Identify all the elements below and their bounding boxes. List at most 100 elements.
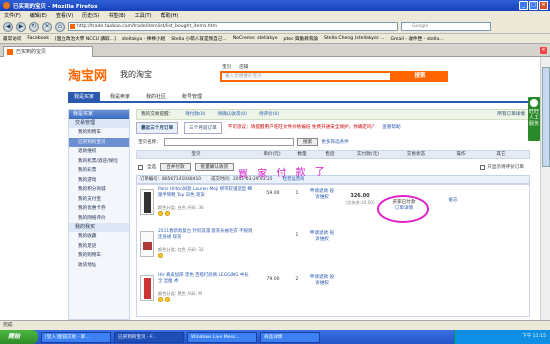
pending-rate-link[interactable]: 待评价(0): [259, 110, 279, 119]
item-thumbnail[interactable]: [140, 275, 154, 301]
select-all-checkbox[interactable]: [138, 164, 143, 170]
bookmark-item[interactable]: [国立政治大學 NCCU 讀取...]: [55, 36, 116, 42]
item-title-link[interactable]: 2011春新款复古 针织浪漫 套装长袖毛衣 不规则连身裙 现货: [158, 229, 254, 241]
sidebar-item[interactable]: 我的积分商城: [69, 185, 129, 195]
orders-panel: 我的交易提醒： 待付款(0) 待确认收货(0) 待评价(0) 所有订单详情 最近…: [136, 109, 530, 320]
bookmark-item[interactable]: Gmail - 收件匣 - stella...: [390, 36, 443, 42]
close-window-button[interactable]: ×: [539, 1, 548, 10]
search-tab-item[interactable]: 宝贝: [222, 64, 231, 70]
menu-bar: 文件(F) 编辑(E) 查看(V) 历史(S) 书签(B) 工具(T) 帮助(H…: [0, 11, 550, 20]
item-badges: [158, 297, 170, 302]
menu-help[interactable]: 帮助(H): [161, 12, 179, 19]
search-tab-shop[interactable]: 店铺: [239, 64, 248, 70]
start-button[interactable]: 開始: [0, 330, 38, 344]
menu-tools[interactable]: 工具(T): [135, 12, 152, 19]
item-name-input[interactable]: [163, 138, 294, 146]
maximize-button[interactable]: □: [529, 1, 538, 10]
bookmark-item[interactable]: ptec 興動教育論: [284, 36, 319, 42]
nav-buyer[interactable]: 我是买家: [68, 92, 101, 101]
only-unrated-option[interactable]: 只显示待评价订单: [480, 164, 530, 170]
bookmark-item[interactable]: NoCreme: stellakyo: [233, 36, 278, 41]
url-bar[interactable]: http://trade.taobao.com/trade/itemlist/l…: [68, 22, 398, 31]
menu-view[interactable]: 查看(V): [56, 12, 73, 19]
item-title-link[interactable]: Paris Hilton同款 Lauren Moji 绑带软铺造型 细跟半筒靴 …: [158, 187, 254, 199]
sidebar-item-active[interactable]: 已买到的宝贝: [69, 137, 129, 147]
item-thumbnail[interactable]: [140, 189, 154, 215]
home-icon[interactable]: ⌂: [55, 21, 65, 32]
taskbar-item-active[interactable]: 已买到的宝贝 - F...: [114, 331, 184, 343]
order-header: 订单编号：80567141048410 成交时间：2011-03-29 03:2…: [136, 175, 530, 184]
sidebar-item[interactable]: 我的购物车: [69, 251, 129, 261]
nav-community[interactable]: 我的社区: [140, 92, 172, 101]
minimize-button[interactable]: _: [519, 1, 528, 10]
refund-link[interactable]: 申请退款 投诉维权: [309, 231, 335, 243]
only-unrated-checkbox[interactable]: [480, 164, 486, 170]
vertical-scrollbar[interactable]: [540, 57, 550, 320]
taskbar-item[interactable]: 商品详情: [260, 331, 320, 343]
order-tabs-row: 最近三个月订单 三个月前订单 不可思议：请提醒用户旺旺文件价格偏低 免费开通安全…: [136, 122, 530, 134]
bookmark-item[interactable]: 最常访问: [3, 36, 21, 42]
sidebar-item[interactable]: 我的网络评价: [69, 214, 129, 224]
order-total: 326.00: [350, 193, 370, 199]
bookmark-item[interactable]: Stella 小萌人就是我自己...: [171, 36, 227, 42]
item-title-link[interactable]: HH 真皮加厚 黑色 百搭打底裤 LEGGING 中长 全 显瘦 秀: [158, 273, 254, 285]
pending-confirm-link[interactable]: 待确认收货(0): [217, 110, 246, 119]
browser-tab[interactable]: 已买到的宝贝: [3, 46, 93, 57]
reload-icon[interactable]: ↻: [29, 21, 39, 32]
sidebar-item[interactable]: 退款维权: [69, 147, 129, 157]
sidebar-item[interactable]: 我的收藏: [69, 232, 129, 242]
taobao-search-button[interactable]: 搜索: [392, 71, 448, 82]
taobao-logo[interactable]: 淘宝网: [68, 65, 107, 84]
sidebar-item[interactable]: 我的优惠卡券: [69, 204, 129, 214]
item-price: 59.00: [266, 191, 280, 196]
tab-recent-orders[interactable]: 最近三个月订单: [136, 122, 179, 134]
menu-edit[interactable]: 编辑(E): [30, 12, 47, 19]
close-tab-icon[interactable]: ×: [540, 47, 547, 54]
window-controls: _ □ ×: [519, 1, 548, 10]
nav-account[interactable]: 账号管理: [176, 92, 208, 101]
status-bar: 完成: [0, 320, 550, 330]
refund-link[interactable]: 申请退款 投诉维权: [309, 189, 335, 201]
sidebar-item[interactable]: 我的机票/酒店/保险: [69, 157, 129, 167]
help-float-widget[interactable]: 旺旺 人工服务: [528, 97, 540, 141]
sidebar-item[interactable]: 我的彩票: [69, 166, 129, 176]
sidebar-item[interactable]: 我的购物车: [69, 128, 129, 138]
item-thumbnail[interactable]: [140, 231, 154, 257]
nav-seller[interactable]: 我是卖家: [104, 92, 136, 101]
memo-link[interactable]: 备忘: [433, 197, 473, 203]
refund-link[interactable]: 申请退款 投诉维权: [309, 275, 335, 287]
back-icon[interactable]: ◀: [3, 21, 13, 32]
bookmark-item[interactable]: Stella Cheng (stellakyo) ...: [324, 36, 384, 41]
forward-icon[interactable]: ▶: [16, 21, 26, 32]
tab-label: 已买到的宝贝: [16, 49, 47, 55]
scrollbar-thumb[interactable]: [542, 67, 550, 167]
sidebar-item[interactable]: 我的支付宝: [69, 195, 129, 205]
item-qty: 1: [295, 191, 299, 196]
taobao-search-input[interactable]: 输入您想要的宝贝: [220, 71, 392, 82]
bookmark-item[interactable]: stellakyo - 棒棒小組: [122, 36, 165, 42]
sidebar-item[interactable]: 我的足迹: [69, 242, 129, 252]
tab-older-orders[interactable]: 三个月前订单: [184, 122, 222, 134]
bookmark-item[interactable]: Facebook: [27, 36, 49, 41]
filter-search-button[interactable]: 搜索: [296, 138, 319, 146]
menu-file[interactable]: 文件(F): [4, 12, 21, 19]
browser-search-input[interactable]: Google: [401, 22, 491, 31]
more-filters-link[interactable]: 更多筛选条件: [321, 139, 349, 145]
taskbar-item[interactable]: Windows Live Mess...: [187, 331, 257, 343]
stop-icon[interactable]: ✕: [42, 21, 52, 32]
pending-pay-link[interactable]: 待付款(0): [185, 110, 205, 119]
reminder-label: 我的交易提醒：: [141, 112, 174, 117]
menu-bookmarks[interactable]: 书签(B): [108, 12, 125, 19]
merge-pay-button[interactable]: 合并付款: [160, 163, 191, 171]
status-select[interactable]: 交易状态: [391, 151, 441, 158]
all-orders-link[interactable]: 所有订单详情: [497, 110, 529, 119]
sidebar-group-title: 我的我买: [69, 223, 129, 232]
taskbar-item[interactable]: [登入]壹錢交易 - 即...: [41, 331, 111, 343]
help-float-label: 旺旺 人工服务: [528, 109, 539, 127]
sidebar-item[interactable]: 收货地址: [69, 261, 129, 271]
system-tray-clock: 下午 11:15: [454, 330, 550, 344]
sidebar-item[interactable]: 我的游戏: [69, 176, 129, 186]
help-link[interactable]: 查看帮助: [382, 122, 400, 134]
batch-confirm-button[interactable]: 批量确认收货: [194, 163, 235, 171]
menu-history[interactable]: 历史(S): [82, 12, 99, 19]
